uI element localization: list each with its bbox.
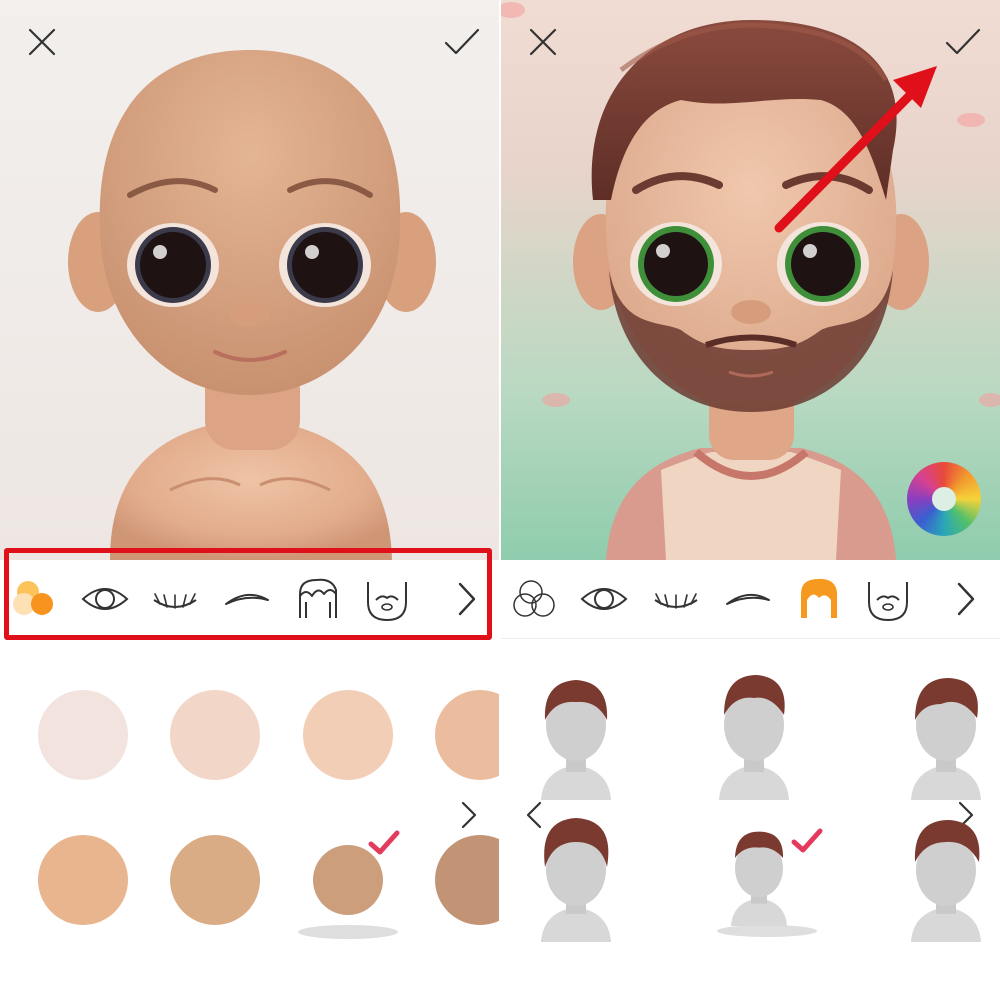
avatar-bald-illustration [68,50,436,560]
tool-hair-active[interactable] [793,574,843,624]
beard-icon [367,582,407,622]
eye-icon [81,588,129,610]
avatar-preview-bald [0,0,500,560]
feature-toolbar [0,560,500,640]
chevron-right-icon [458,582,476,616]
eyelash-icon [654,593,698,609]
eyebrow-icon [225,593,269,605]
eyebrow-icon [726,593,770,605]
tool-eyebrows[interactable] [222,574,272,624]
checkmark-icon [945,28,981,55]
hairstyle-thumbnail [541,818,611,942]
tool-hair[interactable] [292,574,342,624]
selected-check [789,826,825,856]
skin-color-icon [13,581,53,615]
skin-swatch-6[interactable] [170,835,260,925]
skin-swatch-2[interactable] [170,690,260,780]
tool-eyes[interactable] [579,574,629,624]
eye-icon [580,588,628,610]
hairstyle-option-2[interactable] [709,670,799,800]
hairstyle-option-5-selected[interactable] [723,822,795,926]
hairstyle-thumbnail [719,675,789,800]
eyelash-icon [153,593,197,609]
toolbar-next-button[interactable] [442,574,492,624]
selected-hairstyle-shadow [717,925,817,937]
hairstyle-thumbnail [731,831,787,926]
hairstyle-option-1[interactable] [531,670,621,800]
swatches-next-button[interactable] [456,797,482,833]
hair-icon [801,578,837,618]
hairstyle-option-6[interactable] [901,812,991,942]
tool-eyebrows[interactable] [723,574,773,624]
selected-check [366,828,402,858]
skin-swatch-4[interactable] [435,690,500,780]
color-wheel-button[interactable] [907,462,981,536]
tool-eyelashes[interactable] [150,574,200,624]
hairstyle-thumbnail [911,820,981,942]
skin-swatch-3[interactable] [303,690,393,780]
tool-skin-color[interactable] [511,574,561,624]
hairstyle-thumbnail [911,678,981,800]
close-button[interactable] [22,22,62,62]
toolbar-separator [501,638,1000,639]
color-wheel-icon [932,487,956,511]
hair-icon [299,578,337,618]
toolbar-next-button[interactable] [941,574,991,624]
hairstyle-option-4[interactable] [531,812,621,942]
confirm-button[interactable] [442,22,482,62]
tool-skin-color[interactable] [10,574,60,624]
skin-swatch-1[interactable] [38,690,128,780]
checkmark-icon [444,28,480,55]
hairstyle-thumbnail [541,680,611,800]
close-icon [529,28,557,56]
confirm-button[interactable] [943,22,983,62]
selected-swatch-shadow [298,925,398,939]
close-icon [28,28,56,56]
feature-toolbar [501,560,1000,640]
tool-beard[interactable] [863,574,913,624]
tool-beard[interactable] [362,574,412,624]
tool-eyes[interactable] [80,574,130,624]
beard-icon [868,582,908,622]
chevron-right-icon [461,801,477,829]
tool-eyelashes[interactable] [651,574,701,624]
left-panel [0,0,500,999]
skin-swatch-8[interactable] [435,835,500,925]
right-panel [501,0,1000,999]
close-button[interactable] [523,22,563,62]
skin-color-icon [513,580,555,617]
checkmark-icon [368,830,400,855]
chevron-right-icon [957,582,975,616]
skin-swatch-5[interactable] [38,835,128,925]
checkmark-icon [791,828,823,853]
hairstyle-option-3[interactable] [901,670,991,800]
